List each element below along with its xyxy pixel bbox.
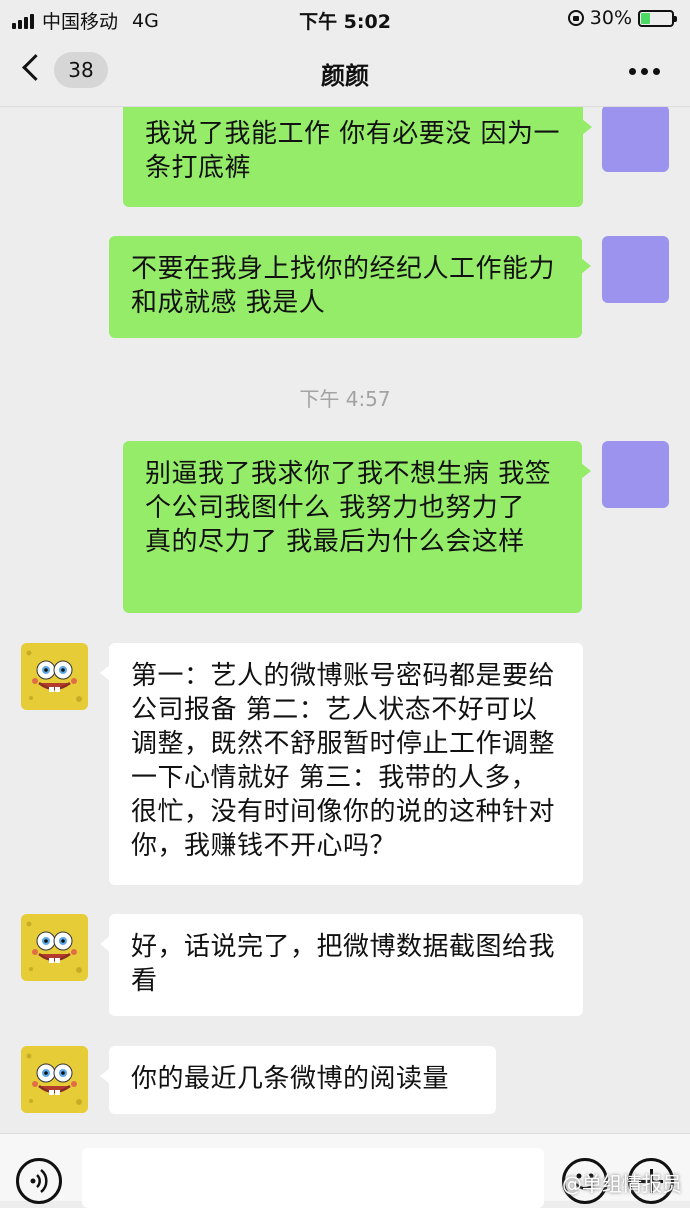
contact-avatar[interactable] — [21, 643, 88, 710]
spongebob-avatar-icon — [21, 643, 88, 710]
battery-percent: 30% — [589, 7, 632, 29]
my-avatar[interactable] — [602, 107, 669, 172]
spongebob-avatar-icon — [21, 1046, 88, 1113]
message-bubble-sent[interactable]: 我说了我能工作 你有必要没 因为一条打底裤 — [123, 107, 592, 207]
message-bubble-sent[interactable]: 不要在我身上找你的经纪人工作能力和成就感 我是人 — [109, 236, 591, 338]
my-avatar[interactable] — [602, 236, 669, 303]
more-icon[interactable] — [629, 68, 660, 75]
message-timestamp: 下午 4:57 — [299, 387, 391, 411]
message-bubble-received[interactable]: 你的最近几条微博的阅读量 — [100, 1046, 496, 1114]
message-list[interactable]: 我说了我能工作 你有必要没 因为一条打底裤 不要在我身上找你的经纪人工作能力和成… — [0, 107, 690, 1133]
watermark: @单组情报员 — [562, 1172, 682, 1196]
battery-icon — [638, 9, 677, 27]
chat-header: 38 颜颜 — [0, 38, 690, 107]
voice-icon[interactable] — [16, 1158, 62, 1204]
message-input[interactable] — [82, 1148, 544, 1208]
spongebob-avatar-icon — [21, 914, 88, 981]
contact-avatar[interactable] — [21, 1046, 88, 1113]
chat-title: 颜颜 — [321, 62, 369, 90]
lock-icon — [567, 10, 584, 26]
input-bar: @单组情报员 — [0, 1133, 690, 1208]
contact-avatar[interactable] — [21, 914, 88, 981]
status-bar: 中国移动 4G 下午 5:02 30% — [0, 0, 690, 38]
message-bubble-received[interactable]: 第一：艺人的微博账号密码都是要给公司报备 第二：艺人状态不好可以调整，既然不舒服… — [100, 643, 583, 885]
my-avatar[interactable] — [602, 441, 669, 508]
message-bubble-sent[interactable]: 别逼我了我求你了我不想生病 我签个公司我图什么 我努力也努力了 真的尽力了 我最… — [123, 441, 591, 613]
message-bubble-received[interactable]: 好，话说完了，把微博数据截图给我看 — [100, 914, 583, 1016]
